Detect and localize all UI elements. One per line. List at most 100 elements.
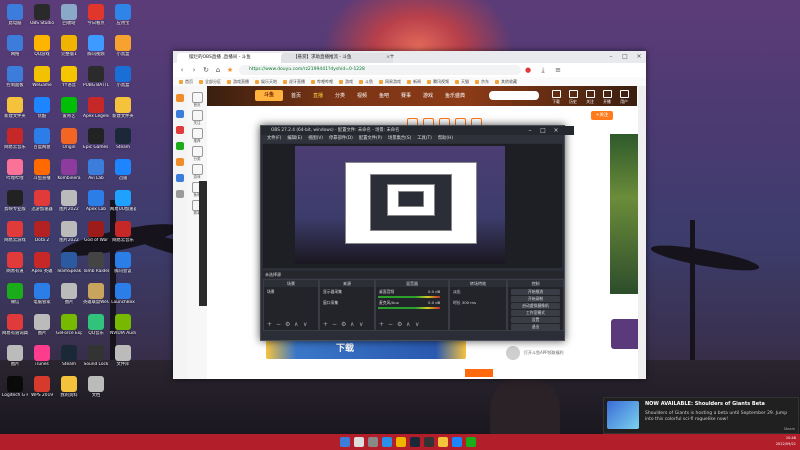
obs-menu-item[interactable]: 帮助(H) xyxy=(438,135,453,143)
desktop-icon[interactable]: 哔哩哔哩 xyxy=(2,159,28,181)
edge-icon[interactable] xyxy=(382,437,392,447)
site-nav-item[interactable]: 游戏 xyxy=(423,92,433,99)
scrollbar[interactable] xyxy=(638,86,646,379)
app-promo[interactable]: 打开斗鱼APP领取福利 xyxy=(506,346,606,364)
site-nav-item[interactable]: 视频 xyxy=(357,92,367,99)
desktop-icon[interactable]: 剪映专业版 xyxy=(2,190,28,212)
obs-menu-item[interactable]: 停靠部件(D) xyxy=(329,135,353,143)
desktop-icon[interactable]: LaunchBox xyxy=(110,283,136,305)
bookmark-item[interactable]: 其他收藏 xyxy=(495,77,517,86)
down-icon[interactable]: ∨ xyxy=(359,321,363,328)
obs-menu-item[interactable]: 场景集合(S) xyxy=(388,135,411,143)
obs-icon[interactable] xyxy=(424,437,434,447)
desktop-icon[interactable]: 迅雷 xyxy=(110,159,136,181)
up-icon[interactable]: ∧ xyxy=(294,321,298,328)
desktop-icon[interactable]: QQ游戏 xyxy=(29,35,55,57)
obs-menu-item[interactable]: 工具(T) xyxy=(417,135,432,143)
rail-icon[interactable] xyxy=(176,126,184,134)
desktop-icon[interactable]: OBS Studio xyxy=(29,4,55,26)
desktop-icon[interactable]: God of War xyxy=(83,221,109,243)
desktop-icon[interactable]: 斗鱼直播 xyxy=(29,159,55,181)
desktop-icon[interactable]: 电脑管家 xyxy=(29,283,55,305)
desktop-icon[interactable]: 完整版1 xyxy=(56,35,82,57)
obs-control-button[interactable]: 设置 xyxy=(511,317,560,323)
desktop-icon[interactable]: 图片 xyxy=(29,314,55,336)
dock-row[interactable]: 时长 300 ms xyxy=(453,300,476,306)
desktop-icon[interactable]: WPS 2019 xyxy=(29,376,55,398)
desktop-icon[interactable]: Avi Lab xyxy=(83,159,109,181)
side-panel-icon[interactable] xyxy=(192,92,203,103)
desktop-icon[interactable]: Steam xyxy=(56,345,82,367)
dock-row[interactable]: 窗口采集 xyxy=(323,300,338,306)
desktop-icon[interactable]: iTunes xyxy=(29,345,55,367)
desktop-icon[interactable]: 爱奇艺 xyxy=(56,97,82,119)
header-icon[interactable]: 用户 xyxy=(611,90,637,105)
bookmark-item[interactable]: 游戏直播 xyxy=(227,77,249,86)
desktop-icon[interactable]: 腾讯会议 xyxy=(110,252,136,274)
chrome-icon[interactable] xyxy=(396,437,406,447)
bookmark-item[interactable]: 哔哩哔哩 xyxy=(311,77,333,86)
desktop-icon[interactable]: 小黑盒 xyxy=(110,35,136,57)
desktop-icon[interactable]: Steam xyxy=(110,128,136,150)
desktop-icon[interactable]: 网络 xyxy=(2,35,28,57)
desktop-icon[interactable]: 网易云音乐 xyxy=(110,221,136,243)
bookmark-item[interactable]: 京东 xyxy=(475,77,489,86)
desktop-icon[interactable]: Dota 2 xyxy=(29,221,55,243)
side-panel-icon[interactable] xyxy=(192,110,203,121)
desktop-icon[interactable]: 网易有道 xyxy=(2,252,28,274)
dock-row[interactable]: 麦克风/Aux xyxy=(379,300,399,306)
desktop-icon[interactable]: 新建文件夹 xyxy=(110,97,136,119)
obs-control-button[interactable]: 退出 xyxy=(511,324,560,330)
desktop-icon[interactable]: 网易云游戏 xyxy=(2,221,28,243)
desktop-icon[interactable]: 优酷 xyxy=(29,97,55,119)
site-nav-item[interactable]: 首页 xyxy=(291,92,301,99)
desktop-icon[interactable]: YY语音 xyxy=(56,66,82,88)
add-icon[interactable]: + xyxy=(323,321,328,328)
taskview-icon[interactable] xyxy=(368,437,378,447)
desktop-icon[interactable]: Origin xyxy=(56,128,82,150)
bookmark-item[interactable]: 虎牙直播 xyxy=(283,77,305,86)
bookmark-item[interactable]: 腾讯视频 xyxy=(427,77,449,86)
new-tab-icon[interactable]: + xyxy=(385,51,399,63)
remove-icon[interactable]: − xyxy=(276,321,281,328)
dock-row[interactable]: 场景 xyxy=(267,289,275,295)
desktop-icon[interactable]: 网易有道词典 xyxy=(2,314,28,336)
minimize-icon[interactable]: – xyxy=(604,51,618,63)
download-icon[interactable]: ⤓ xyxy=(538,65,548,75)
desktop-icon[interactable]: NVIDIA Audio xyxy=(110,314,136,336)
desktop-icon[interactable]: WeGame xyxy=(29,66,55,88)
windows-icon[interactable] xyxy=(340,437,350,447)
rail-icon[interactable] xyxy=(176,142,184,150)
desktop-icon[interactable]: 图片 xyxy=(2,345,28,367)
desktop-icon[interactable]: Apex Lab xyxy=(83,190,109,212)
obs-control-button[interactable]: 工作室模式 xyxy=(511,310,560,316)
gear-icon[interactable]: ⚙ xyxy=(285,321,290,328)
maximize-icon[interactable]: □ xyxy=(618,51,632,63)
desktop-icon[interactable]: Sound Lock xyxy=(83,345,109,367)
url-input[interactable]: https://www.douyu.com/rz2199441?dyshid=0… xyxy=(239,65,521,75)
browser-tab[interactable]: 【悬赏】求助直播推流 - 斗鱼 × xyxy=(281,53,393,63)
add-icon[interactable]: + xyxy=(379,321,384,328)
rail-icon[interactable] xyxy=(176,110,184,118)
add-icon[interactable]: + xyxy=(267,321,272,328)
bookmark-item[interactable]: 天猫 xyxy=(455,77,469,86)
desktop-icon[interactable]: 文件库 xyxy=(110,345,136,367)
browser-tab[interactable]: 摆烂的OBS直播 ,直播间 - 斗鱼 × xyxy=(177,53,289,63)
down-icon[interactable]: ∨ xyxy=(415,321,419,328)
remove-icon[interactable]: − xyxy=(388,321,393,328)
obs-control-button[interactable]: 开始录制 xyxy=(511,296,560,302)
qq-icon[interactable] xyxy=(452,437,462,447)
desktop-icon[interactable]: 图片 xyxy=(56,283,82,305)
rail-icon[interactable] xyxy=(176,158,184,166)
extension-icon[interactable]: ● xyxy=(523,65,533,75)
desktop-icon[interactable]: TeamSpeak xyxy=(56,252,82,274)
back-icon[interactable]: ‹ xyxy=(177,65,187,75)
desktop-icon[interactable]: Epic Games Launcher xyxy=(83,128,109,150)
desktop-icon[interactable]: 迅游加速器 xyxy=(29,190,55,212)
site-nav-item[interactable]: 鱼吧 xyxy=(379,92,389,99)
site-logo[interactable]: 斗鱼 xyxy=(255,90,283,101)
desktop-icon[interactable]: 网易UU加速器 xyxy=(110,190,136,212)
forward-icon[interactable]: › xyxy=(189,65,199,75)
desktop-icon[interactable]: Logitech G HUB xyxy=(2,376,28,398)
desktop-icon[interactable]: 控制面板 xyxy=(2,66,28,88)
